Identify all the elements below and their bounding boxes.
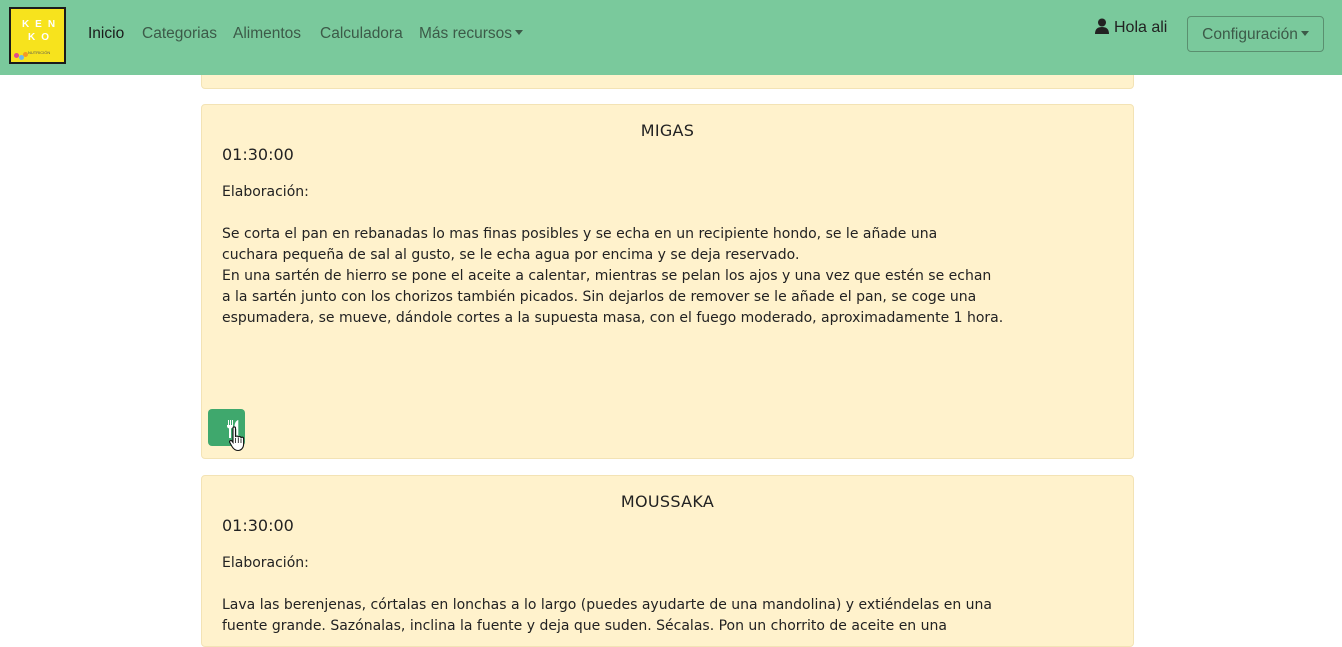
recipe-time: 01:30:00: [222, 145, 294, 164]
text-line: fuente grande. Sazónalas, inclina la fue…: [222, 618, 947, 634]
chevron-down-icon: [515, 30, 524, 35]
nav-inicio[interactable]: Inicio: [88, 25, 124, 43]
recipe-card: MIGAS 01:30:00 Elaboración: Se corta el …: [201, 104, 1134, 459]
text-line: Lava las berenjenas, córtalas en lonchas…: [222, 597, 992, 613]
nav-calculadora[interactable]: Calculadora: [320, 25, 403, 43]
chevron-down-icon: [1300, 31, 1309, 36]
logo-text-1: KEN: [21, 19, 62, 30]
nav-mas-recursos-label: Más recursos: [419, 25, 513, 42]
text-line: Se corta el pan en rebanadas lo mas fina…: [222, 226, 938, 242]
navbar: KEN KO NUTRICIÓN Inicio Categorias Alime…: [0, 0, 1342, 75]
text-line: espumadera, se mueve, dándole cortes a l…: [222, 310, 1004, 326]
recipe-elaboration-text: Se corta el pan en rebanadas lo mas fina…: [222, 224, 1022, 329]
text-line: cuchara pequeña de sal al gusto, se le e…: [222, 247, 800, 263]
nav-alimentos[interactable]: Alimentos: [233, 25, 301, 43]
configuration-dropdown-button[interactable]: Configuración: [1187, 16, 1324, 52]
config-label: Configuración: [1202, 26, 1298, 43]
user-greeting: Hola ali: [1114, 19, 1168, 36]
text-line: En una sartén de hierro se pone el aceit…: [222, 268, 992, 284]
user-menu[interactable]: Hola ali: [1095, 18, 1167, 37]
nav-categorias[interactable]: Categorias: [142, 25, 217, 43]
recipe-card: MOUSSAKA 01:30:00 Elaboración: Lava las …: [201, 475, 1134, 647]
recipe-elaboration-label: Elaboración:: [222, 184, 309, 200]
text-line: a la sartén junto con los chorizos tambi…: [222, 289, 977, 305]
logo-text-3: NUTRICIÓN: [28, 50, 51, 55]
recipe-elaboration-label: Elaboración:: [222, 555, 309, 571]
flower-icon: [23, 52, 28, 57]
recipe-title: MOUSSAKA: [620, 492, 715, 511]
user-icon: [1095, 18, 1109, 34]
logo-text-2: KO: [28, 32, 55, 43]
nav-mas-recursos-dropdown[interactable]: Más recursos: [419, 25, 524, 43]
hand-pointer-cursor-icon: [229, 426, 245, 452]
recipe-title: MIGAS: [640, 121, 695, 140]
kenko-logo[interactable]: KEN KO NUTRICIÓN: [9, 7, 66, 64]
recipe-time: 01:30:00: [222, 516, 294, 535]
recipe-elaboration-text: Lava las berenjenas, córtalas en lonchas…: [222, 595, 1022, 637]
